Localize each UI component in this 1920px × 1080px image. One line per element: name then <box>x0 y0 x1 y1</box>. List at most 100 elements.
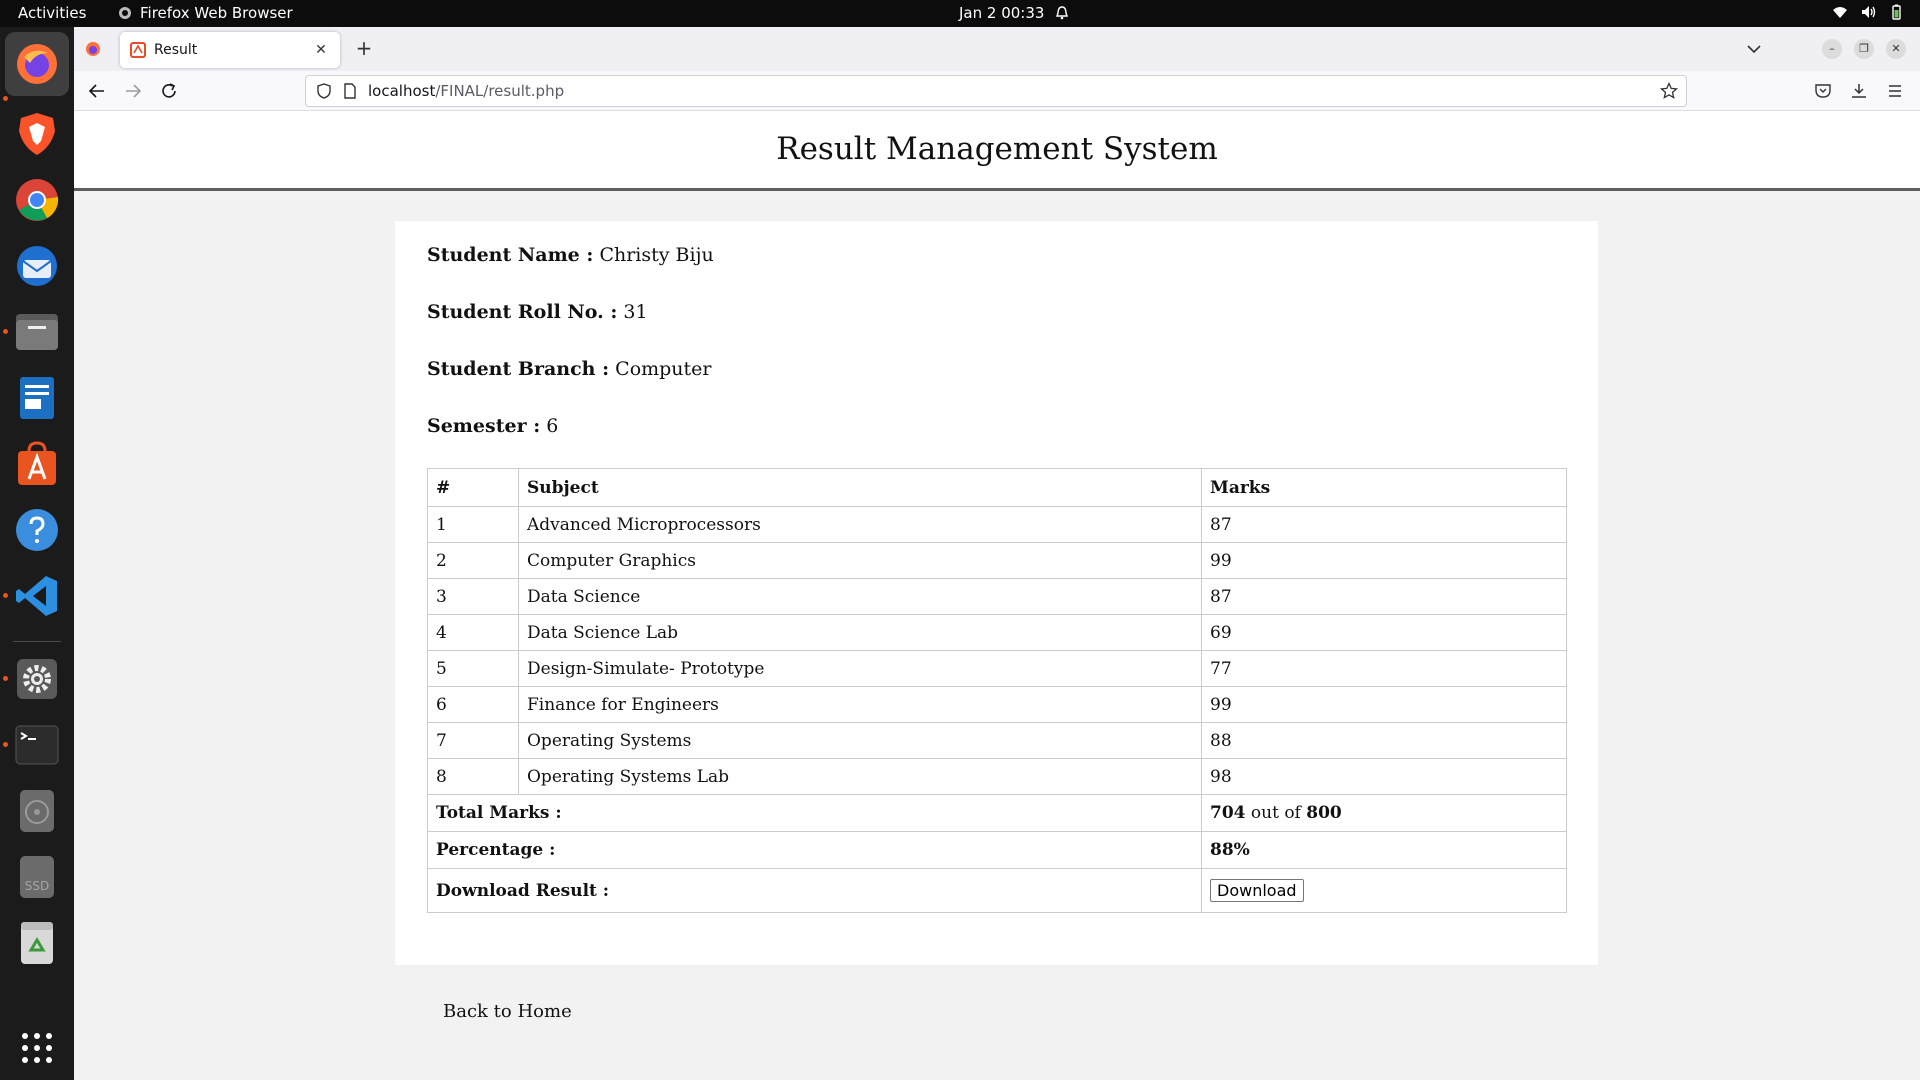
download-label-text: Download Result : <box>436 880 610 901</box>
site-title: Result Management System <box>776 131 1218 167</box>
dock-disk[interactable] <box>12 786 62 836</box>
back-button[interactable] <box>85 79 109 103</box>
show-applications-button[interactable] <box>12 1023 62 1073</box>
percentage-row: Percentage : 88% <box>427 831 1567 869</box>
running-indicator <box>3 329 8 334</box>
minimize-button[interactable]: – <box>1822 39 1842 59</box>
dock-settings[interactable] <box>12 654 62 704</box>
percentage: 88% <box>1210 840 1250 860</box>
clock-text: Jan 2 00:33 <box>959 4 1045 22</box>
bookmark-star-icon[interactable] <box>1660 82 1678 100</box>
running-indicator <box>3 593 8 598</box>
thunderbird-icon <box>17 246 57 286</box>
site-header: Result Management System <box>74 111 1920 191</box>
back-to-home-link[interactable]: Back to Home <box>443 1001 572 1022</box>
dock-writer[interactable] <box>12 373 62 423</box>
semester-row: Semester : 6 <box>427 415 558 437</box>
tab-result[interactable]: Result ✕ <box>120 32 340 68</box>
student-roll-label: Student Roll No. : <box>427 301 618 323</box>
app-grid-icon <box>22 1033 52 1063</box>
clock[interactable]: Jan 2 00:33 <box>959 4 1070 22</box>
pocket-button[interactable] <box>1811 79 1835 103</box>
brave-icon <box>19 113 55 155</box>
close-window-button[interactable]: ✕ <box>1886 39 1906 59</box>
download-label: Download Result : <box>427 868 1202 913</box>
row-marks: 88 <box>1201 722 1567 759</box>
dock-app-center[interactable] <box>12 439 62 489</box>
activities-button[interactable]: Activities <box>18 4 86 22</box>
total-marks-value: 704 out of 800 <box>1201 794 1567 832</box>
page-info-icon[interactable] <box>342 83 358 99</box>
menu-button[interactable] <box>1883 79 1907 103</box>
row-number: 2 <box>427 542 519 579</box>
dock: SSD <box>0 27 74 1080</box>
chevron-down-icon[interactable] <box>1744 39 1764 59</box>
dock-trash[interactable] <box>12 918 62 968</box>
reload-button[interactable] <box>157 79 181 103</box>
row-subject: Advanced Microprocessors <box>518 506 1202 543</box>
maximize-button[interactable]: ❐ <box>1854 39 1874 59</box>
download-icon <box>1852 84 1866 98</box>
total-marks-label-text: Total Marks : <box>436 803 562 823</box>
alarm-bell-icon <box>1056 6 1069 20</box>
close-tab-icon[interactable]: ✕ <box>312 42 330 58</box>
percentage-label: Percentage : <box>427 831 1202 869</box>
total-marks-row: Total Marks : 704 out of 800 <box>427 794 1567 832</box>
download-button[interactable]: Download <box>1210 879 1304 902</box>
table-row: 1 Advanced Microprocessors 87 <box>427 506 1567 543</box>
new-tab-button[interactable]: + <box>352 37 376 61</box>
url-bar[interactable]: localhost/FINAL/result.php <box>305 75 1687 107</box>
dock-firefox[interactable] <box>5 32 69 96</box>
app-menu[interactable]: Firefox Web Browser <box>117 4 293 22</box>
marks-table: # Subject Marks 1 Advanced Microprocesso… <box>427 468 1567 913</box>
row-marks: 69 <box>1201 614 1567 651</box>
row-number: 4 <box>427 614 519 651</box>
battery-icon <box>1892 4 1901 20</box>
system-tray[interactable] <box>1832 4 1904 20</box>
system-top-bar: Activities Firefox Web Browser Jan 2 00:… <box>0 0 1920 27</box>
semester: 6 <box>546 415 559 437</box>
dock-thunderbird[interactable] <box>12 241 62 291</box>
ssd-label: SSD <box>25 879 49 893</box>
page-favicon-icon <box>130 42 146 58</box>
firefox-icon <box>17 44 57 84</box>
student-branch-label: Student Branch : <box>427 358 610 380</box>
running-indicator <box>3 96 8 101</box>
downloads-button[interactable] <box>1847 79 1871 103</box>
dock-files[interactable] <box>12 307 62 357</box>
browser-window: Result ✕ + – ❐ ✕ localhost/FINAL/result.… <box>74 27 1920 1080</box>
student-roll-row: Student Roll No. : 31 <box>427 301 648 323</box>
dock-vscode[interactable] <box>12 571 62 621</box>
dock-chrome[interactable] <box>12 175 62 225</box>
student-name: Christy Biju <box>599 244 714 266</box>
dock-help[interactable] <box>12 505 62 555</box>
firefox-icon <box>119 7 131 19</box>
result-card: Student Name : Christy Biju Student Roll… <box>395 221 1598 965</box>
row-marks: 87 <box>1201 506 1567 543</box>
row-marks: 87 <box>1201 578 1567 615</box>
header-marks: Marks <box>1201 468 1567 507</box>
firefox-view-icon[interactable] <box>84 40 102 58</box>
row-subject: Operating Systems Lab <box>518 758 1202 795</box>
table-row: 6 Finance for Engineers 99 <box>427 686 1567 723</box>
student-branch-row: Student Branch : Computer <box>427 358 712 380</box>
wifi-icon <box>1833 7 1847 18</box>
forward-button[interactable] <box>121 79 145 103</box>
table-row: 8 Operating Systems Lab 98 <box>427 758 1567 795</box>
dock-brave[interactable] <box>12 109 62 159</box>
row-marks: 99 <box>1201 686 1567 723</box>
student-branch: Computer <box>615 358 712 380</box>
ssd-drive-icon: SSD <box>20 856 54 898</box>
dock-ssd[interactable]: SSD <box>12 852 62 902</box>
shield-icon[interactable] <box>316 83 332 99</box>
row-subject: Computer Graphics <box>518 542 1202 579</box>
percentage-value: 88% <box>1201 831 1567 869</box>
student-name-row: Student Name : Christy Biju <box>427 244 714 266</box>
help-icon <box>16 509 58 551</box>
url-path: /FINAL/result.php <box>435 82 565 100</box>
download-row: Download Result : Download <box>427 868 1567 913</box>
max-marks: 800 <box>1306 803 1342 823</box>
dock-terminal[interactable] <box>12 720 62 770</box>
pocket-icon <box>1815 84 1831 98</box>
table-header-row: # Subject Marks <box>427 468 1567 507</box>
